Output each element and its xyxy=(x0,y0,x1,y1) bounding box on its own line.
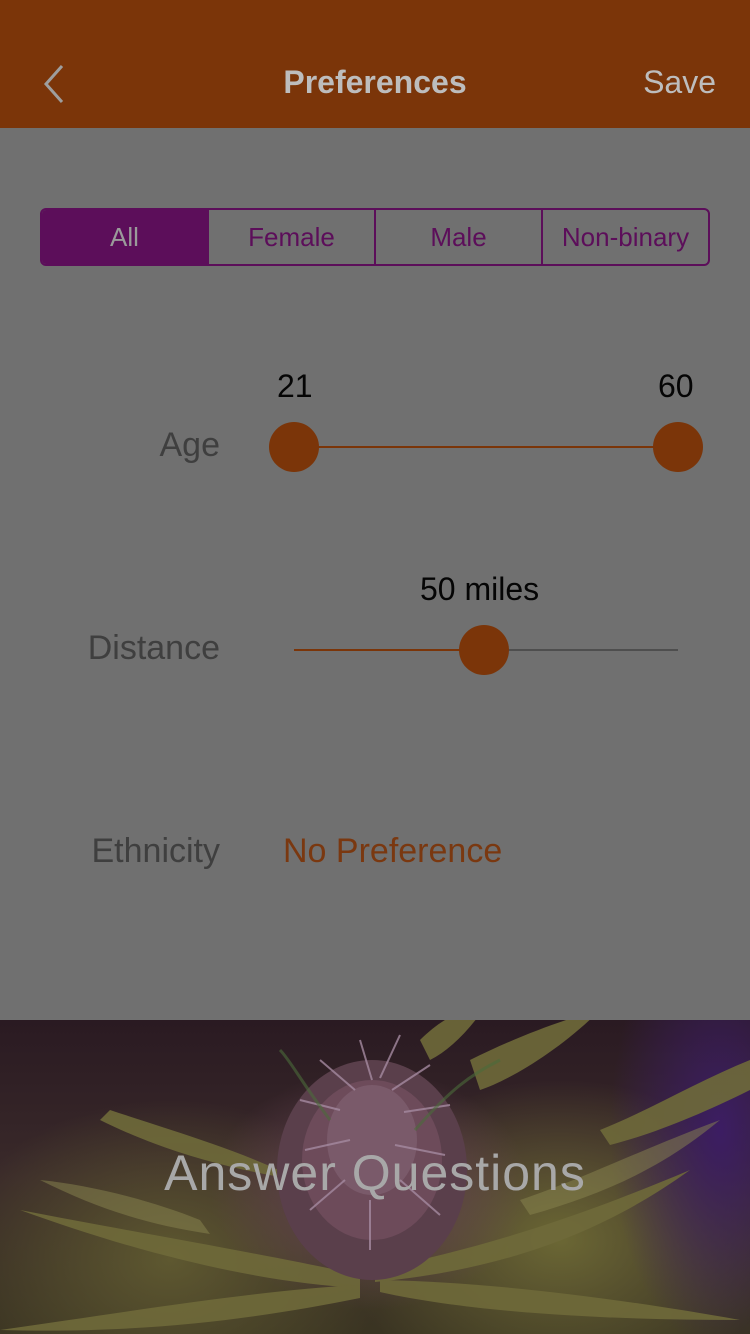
distance-thumb[interactable] xyxy=(459,625,509,675)
gender-segmented-control: All Female Male Non-binary xyxy=(40,208,710,266)
distance-slider-track xyxy=(484,649,678,651)
age-slider-track xyxy=(294,446,678,448)
distance-label: Distance xyxy=(87,629,220,667)
ethnicity-value[interactable]: No Preference xyxy=(283,832,502,871)
age-min-thumb[interactable] xyxy=(269,422,319,472)
age-label: Age xyxy=(159,426,221,464)
save-button[interactable]: Save xyxy=(643,64,716,101)
answer-questions-label: Answer Questions xyxy=(164,1145,586,1201)
navigation-bar: Preferences Save xyxy=(0,0,750,128)
age-min-value: 21 xyxy=(277,368,313,404)
ethnicity-label: Ethnicity xyxy=(91,832,221,870)
distance-value: 50 miles xyxy=(420,571,540,607)
segment-non-binary[interactable]: Non-binary xyxy=(541,210,708,264)
segment-male[interactable]: Male xyxy=(374,210,541,264)
distance-slider-fill xyxy=(294,649,484,651)
age-max-value: 60 xyxy=(658,368,694,404)
answer-questions-banner[interactable]: Answer Questions xyxy=(0,1020,750,1334)
segment-female[interactable]: Female xyxy=(207,210,374,264)
age-max-thumb[interactable] xyxy=(653,422,703,472)
page-title: Preferences xyxy=(283,64,467,100)
segment-all[interactable]: All xyxy=(42,210,207,264)
preferences-form: All Female Male Non-binary 21 60 Age 50 … xyxy=(0,128,750,1020)
